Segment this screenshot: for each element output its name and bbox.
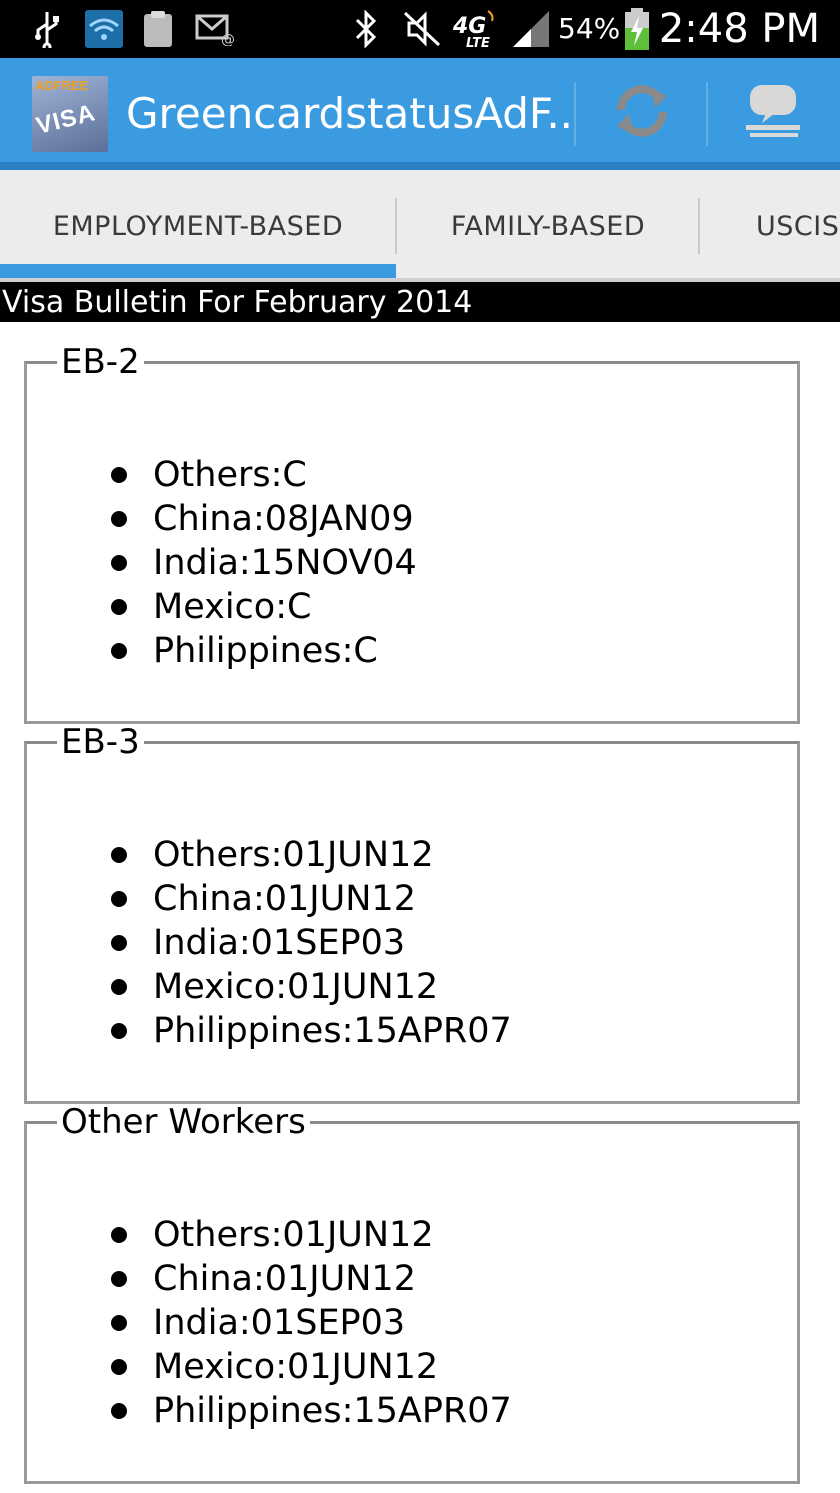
bullet-icon [111, 891, 127, 907]
tab-divider [395, 198, 397, 254]
list-item-text: Mexico:01JUN12 [153, 1347, 439, 1387]
clipboard-icon [140, 8, 176, 50]
action-bar-divider [0, 162, 840, 170]
list-item: China:01JUN12 [111, 1257, 416, 1301]
bullet-icon [111, 1271, 127, 1287]
refresh-icon [617, 85, 667, 137]
battery-percent: 54% [558, 12, 621, 45]
list-item-text: China:08JAN09 [153, 499, 414, 539]
bullet-icon [111, 1359, 127, 1375]
list-item: India:01SEP03 [111, 1301, 406, 1345]
bullet-icon [111, 1315, 127, 1331]
list-item-text: Others:01JUN12 [153, 1215, 434, 1255]
list-item: Mexico:01JUN12 [111, 1345, 439, 1389]
action-divider [706, 82, 708, 146]
category-other-workers: Other Workers Others:01JUN12 China:01JUN… [24, 1104, 800, 1484]
list-item-text: Others:C [153, 455, 307, 495]
svg-text:@: @ [221, 32, 235, 46]
battery-icon [622, 8, 652, 50]
bullet-icon [111, 643, 127, 659]
bullet-icon [111, 599, 127, 615]
4g-lte-icon: 4G LTE [452, 8, 502, 50]
email-icon: @ [194, 8, 238, 50]
list-item-text: India:15NOV04 [153, 543, 417, 583]
list-item: Philippines:15APR07 [111, 1009, 512, 1053]
list-item: Others:01JUN12 [111, 833, 434, 877]
list-item-text: Others:01JUN12 [153, 835, 434, 875]
bulletin-title: Visa Bulletin For February 2014 [0, 282, 840, 322]
svg-text:LTE: LTE [466, 36, 490, 49]
chat-icon [746, 85, 800, 137]
bluetooth-icon [352, 8, 380, 50]
list-item: India:01SEP03 [111, 921, 406, 965]
bullet-icon [111, 1227, 127, 1243]
list-item-text: Mexico:C [153, 587, 312, 627]
bullet-icon [111, 935, 127, 951]
list-item-text: India:01SEP03 [153, 1303, 406, 1343]
category-eb2: EB-2 Others:C China:08JAN09 India:15NOV0… [24, 344, 800, 724]
action-divider [574, 82, 576, 146]
tab-family-based[interactable]: FAMILY-BASED [398, 170, 698, 282]
chat-button[interactable] [710, 64, 838, 158]
list-item: Others:01JUN12 [111, 1213, 434, 1257]
list-item-text: India:01SEP03 [153, 923, 406, 963]
list-item-text: Mexico:01JUN12 [153, 967, 439, 1007]
usb-icon [30, 8, 64, 50]
list-item: Mexico:01JUN12 [111, 965, 439, 1009]
list-item: Others:C [111, 453, 307, 497]
list-item: Philippines:C [111, 629, 378, 673]
list-item: China:01JUN12 [111, 877, 416, 921]
tab-divider [698, 198, 700, 254]
list-item: China:08JAN09 [111, 497, 414, 541]
tab-selected-indicator [0, 264, 396, 278]
category-title: EB-2 [61, 342, 140, 382]
bullet-icon [111, 467, 127, 483]
bullet-icon [111, 555, 127, 571]
app-logo[interactable]: ADFREE VISA [32, 76, 108, 152]
bullet-icon [111, 979, 127, 995]
app-logo-adfree: ADFREE [35, 78, 89, 93]
list-item-text: China:01JUN12 [153, 1259, 416, 1299]
list-item-text: Philippines:15APR07 [153, 1011, 512, 1051]
wifi-icon [84, 8, 124, 50]
list-item-text: China:01JUN12 [153, 879, 416, 919]
list-item: India:15NOV04 [111, 541, 417, 585]
bullet-icon [111, 847, 127, 863]
bullet-icon [111, 1403, 127, 1419]
list-item-text: Philippines:C [153, 631, 378, 671]
clock: 2:48 PM [658, 6, 820, 52]
app-logo-visa: VISA [33, 99, 99, 140]
mute-icon [402, 8, 442, 50]
bullet-icon [111, 1023, 127, 1039]
refresh-button[interactable] [578, 64, 706, 158]
category-title: Other Workers [61, 1102, 306, 1142]
status-bar: @ 4G LTE 54% 2:48 PM [0, 0, 840, 58]
signal-icon [510, 8, 552, 50]
list-item-text: Philippines:15APR07 [153, 1391, 512, 1431]
bullet-icon [111, 511, 127, 527]
app-title: GreencardstatusAdF.. [126, 89, 574, 138]
tab-uscis[interactable]: USCIS [712, 170, 840, 282]
category-title: EB-3 [61, 722, 140, 762]
list-item: Mexico:C [111, 585, 312, 629]
category-eb3: EB-3 Others:01JUN12 China:01JUN12 India:… [24, 724, 800, 1104]
list-item: Philippines:15APR07 [111, 1389, 512, 1433]
